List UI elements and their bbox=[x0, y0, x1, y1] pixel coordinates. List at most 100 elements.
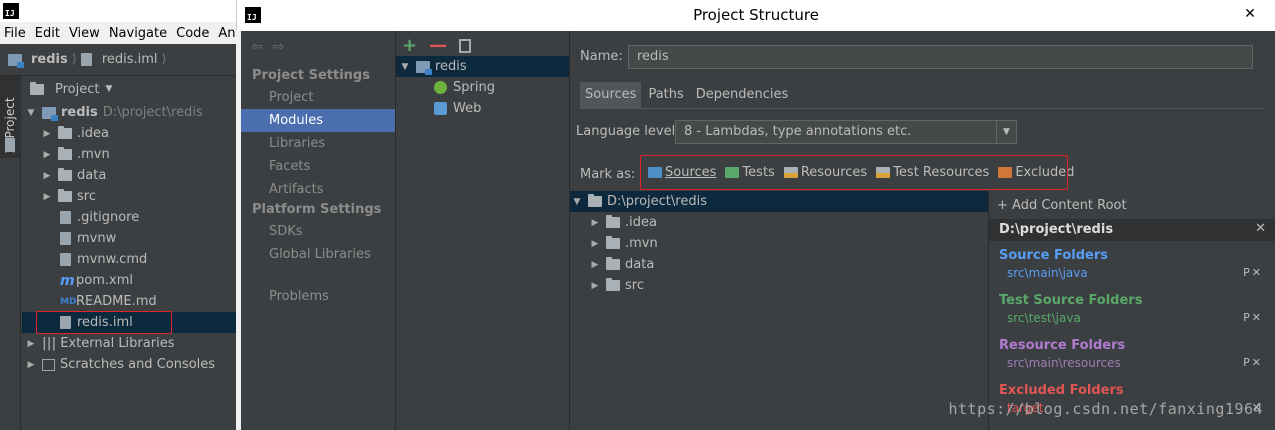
tree-node-idea[interactable]: ▶ .idea bbox=[22, 123, 236, 144]
tree-node-gitignore[interactable]: .gitignore bbox=[22, 207, 236, 228]
language-level-label: Language level: bbox=[576, 124, 680, 139]
remove-content-root-icon[interactable]: ✕ bbox=[1255, 221, 1266, 236]
content-node-idea[interactable]: ▶ .idea bbox=[570, 212, 988, 233]
tree-node-mvnw-cmd[interactable]: mvnw.cmd bbox=[22, 249, 236, 270]
category-problems[interactable]: Problems bbox=[241, 285, 395, 308]
content-node-data[interactable]: ▶ data bbox=[570, 254, 988, 275]
project-tree: ▼ redis D:\project\redis ▶ .idea ▶ .mvn … bbox=[22, 102, 236, 375]
back-arrow-icon[interactable]: ⇦ bbox=[251, 39, 263, 55]
facet-node-label: Web bbox=[453, 101, 482, 116]
breadcrumb-item-redis[interactable]: redis bbox=[31, 52, 68, 67]
expand-arrow-icon[interactable]: ▼ bbox=[26, 108, 36, 118]
expand-arrow-icon[interactable]: ▼ bbox=[572, 197, 582, 207]
tab-sources[interactable]: Sources bbox=[580, 82, 642, 108]
menu-analyze[interactable]: An bbox=[218, 26, 235, 41]
content-node-label: .mvn bbox=[625, 236, 658, 251]
menu-edit[interactable]: Edit bbox=[35, 26, 60, 41]
tree-node-src[interactable]: ▶ src bbox=[22, 186, 236, 207]
tab-paths[interactable]: Paths bbox=[643, 82, 688, 108]
tree-node-mvnw[interactable]: mvnw bbox=[22, 228, 236, 249]
category-modules[interactable]: Modules bbox=[241, 109, 395, 132]
tree-node-path: D:\project\redis bbox=[102, 105, 203, 120]
tree-node-redis[interactable]: ▼ redis D:\project\redis bbox=[22, 102, 236, 123]
copy-module-icon[interactable] bbox=[459, 38, 472, 53]
category-facets[interactable]: Facets bbox=[241, 155, 395, 178]
folder-icon bbox=[58, 126, 72, 139]
tree-node-label: Scratches and Consoles bbox=[60, 357, 216, 372]
category-project[interactable]: Project bbox=[241, 86, 395, 109]
tree-node-data[interactable]: ▶ data bbox=[22, 165, 236, 186]
tree-node-label: README.md bbox=[76, 294, 157, 309]
ide-menubar: File Edit View Navigate Code An bbox=[0, 22, 236, 44]
expand-arrow-icon[interactable]: ▼ bbox=[400, 62, 410, 72]
test-folder-actions[interactable]: P✕ bbox=[1243, 311, 1263, 324]
nav-arrows: ⇦ ⇨ bbox=[251, 39, 284, 55]
menu-view[interactable]: View bbox=[69, 26, 100, 41]
remove-module-icon[interactable]: — bbox=[429, 35, 447, 56]
collapse-arrow-icon[interactable]: ▶ bbox=[590, 218, 600, 228]
add-module-icon[interactable]: + bbox=[402, 35, 417, 56]
module-node-redis[interactable]: ▼ redis bbox=[396, 56, 569, 77]
breadcrumb-item-redis-iml[interactable]: redis.iml bbox=[102, 52, 158, 67]
collapse-arrow-icon[interactable]: ▶ bbox=[26, 339, 36, 349]
project-view-label: Project bbox=[55, 81, 100, 97]
tree-node-scratches[interactable]: ▶ Scratches and Consoles bbox=[22, 354, 236, 375]
tree-node-label: .idea bbox=[77, 126, 109, 141]
markdown-icon: MD bbox=[60, 296, 77, 307]
category-sdks[interactable]: SDKs bbox=[241, 220, 395, 243]
ide-titlebar: IJ bbox=[0, 0, 236, 22]
language-level-select[interactable]: 8 - Lambdas, type annotations etc. ▼ bbox=[675, 120, 1017, 144]
tree-node-pom[interactable]: m pom.xml bbox=[22, 270, 236, 291]
resource-folders-title: Resource Folders bbox=[999, 338, 1126, 353]
tree-node-readme[interactable]: MD README.md bbox=[22, 291, 236, 312]
menu-file[interactable]: File bbox=[4, 26, 26, 41]
category-global-libraries[interactable]: Global Libraries bbox=[241, 243, 395, 266]
facet-node-spring[interactable]: Spring bbox=[434, 77, 495, 98]
source-folder-actions[interactable]: P✕ bbox=[1243, 266, 1263, 279]
category-artifacts[interactable]: Artifacts bbox=[241, 178, 395, 201]
content-node-root[interactable]: ▼ D:\project\redis bbox=[570, 191, 988, 212]
folder-icon bbox=[588, 194, 602, 207]
collapse-arrow-icon[interactable]: ▶ bbox=[26, 360, 36, 370]
collapse-arrow-icon[interactable]: ▶ bbox=[590, 239, 600, 249]
module-name-field[interactable]: redis bbox=[628, 45, 1253, 69]
tree-node-label: mvnw.cmd bbox=[77, 252, 148, 267]
structure-tool-tab-icon[interactable] bbox=[5, 138, 15, 152]
content-node-src[interactable]: ▶ src bbox=[570, 275, 988, 296]
menu-navigate[interactable]: Navigate bbox=[109, 26, 167, 41]
collapse-arrow-icon[interactable]: ▶ bbox=[42, 192, 52, 202]
content-root-path: D:\project\redis bbox=[999, 222, 1114, 237]
content-node-mvn[interactable]: ▶ .mvn bbox=[570, 233, 988, 254]
collapse-arrow-icon[interactable]: ▶ bbox=[590, 260, 600, 270]
collapse-arrow-icon[interactable]: ▶ bbox=[590, 281, 600, 291]
close-button[interactable]: ✕ bbox=[1235, 5, 1265, 23]
web-facet-icon bbox=[434, 102, 447, 115]
dialog-title: Project Structure bbox=[693, 6, 819, 24]
chevron-right-icon: ⟩ bbox=[71, 52, 77, 67]
add-content-root-button[interactable]: + Add Content Root bbox=[997, 198, 1127, 213]
tree-node-label: mvnw bbox=[77, 231, 117, 246]
collapse-arrow-icon[interactable]: ▶ bbox=[42, 129, 52, 139]
category-libraries[interactable]: Libraries bbox=[241, 132, 395, 155]
project-view-header[interactable]: Project ▼ bbox=[22, 78, 236, 100]
tree-node-label: data bbox=[77, 168, 107, 183]
tree-node-mvn[interactable]: ▶ .mvn bbox=[22, 144, 236, 165]
name-label: Name: bbox=[580, 49, 623, 64]
resource-folder-actions[interactable]: P✕ bbox=[1243, 356, 1263, 369]
facet-node-web[interactable]: Web bbox=[434, 98, 481, 119]
content-node-label: src bbox=[625, 278, 644, 293]
collapse-arrow-icon[interactable]: ▶ bbox=[42, 171, 52, 181]
source-folder-path: src\main\java bbox=[1007, 266, 1088, 280]
forward-arrow-icon[interactable]: ⇨ bbox=[273, 39, 285, 55]
content-roots-pane: + Add Content Root D:\project\redis ✕ So… bbox=[988, 191, 1275, 430]
tree-node-label: .gitignore bbox=[77, 210, 140, 225]
tree-node-label: .mvn bbox=[77, 147, 110, 162]
section-platform-settings: Platform Settings bbox=[252, 202, 382, 217]
collapse-arrow-icon[interactable]: ▶ bbox=[42, 150, 52, 160]
iml-file-icon bbox=[80, 53, 92, 66]
spring-leaf-icon bbox=[434, 81, 447, 94]
folder-icon bbox=[58, 189, 72, 202]
tree-node-external-libraries[interactable]: ▶ ||| External Libraries bbox=[22, 333, 236, 354]
menu-code[interactable]: Code bbox=[176, 26, 209, 41]
tab-dependencies[interactable]: Dependencies bbox=[691, 82, 794, 108]
